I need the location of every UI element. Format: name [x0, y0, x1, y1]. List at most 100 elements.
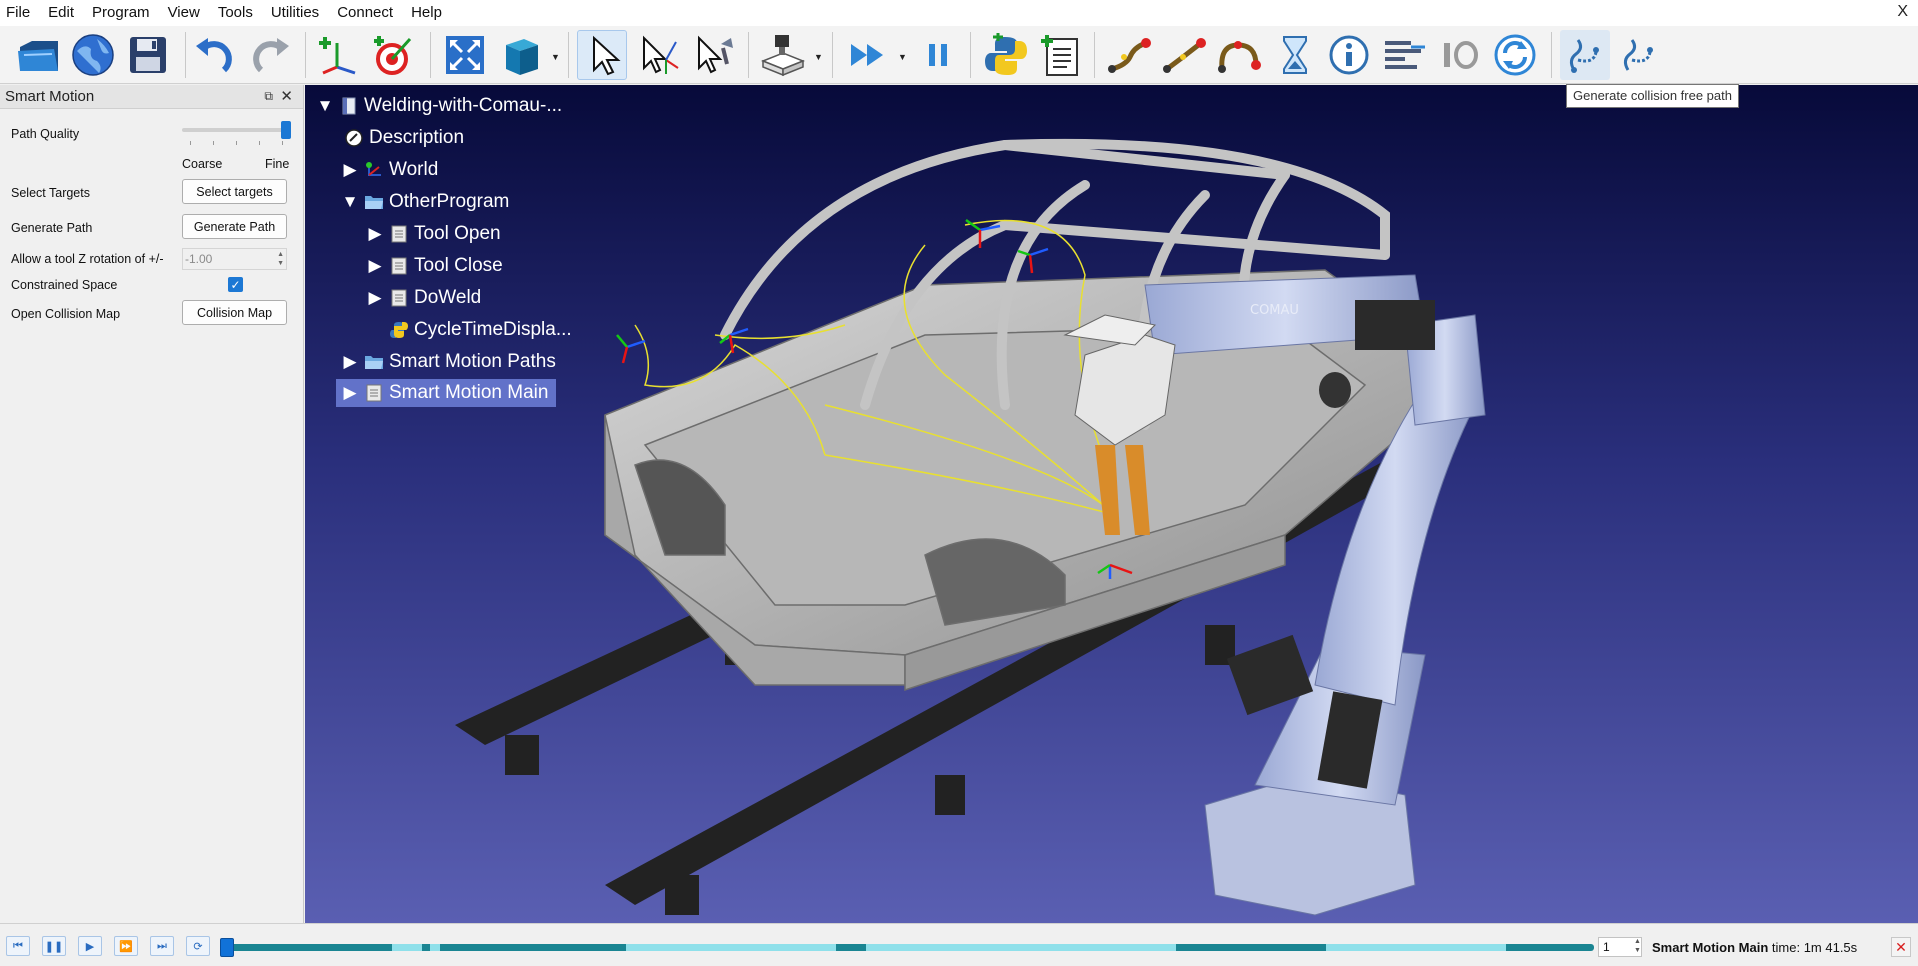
tool-z-rotation-input[interactable]: -1.00 ▲ ▼ [182, 248, 287, 270]
stop-icon[interactable]: ✕ [1891, 937, 1911, 957]
menu-view[interactable]: View [159, 0, 209, 26]
tree-item-label: Tool Close [414, 255, 503, 276]
menu-tools[interactable]: Tools [209, 0, 262, 26]
menu-file[interactable]: File [0, 0, 39, 26]
add-reference-frame-icon[interactable] [312, 30, 362, 80]
skip-to-start-icon[interactable]: ⏮ [6, 936, 30, 956]
menu-connect[interactable]: Connect [328, 0, 402, 26]
pause-instruction-icon[interactable] [1270, 30, 1320, 80]
constrained-space-checkbox[interactable]: ✓ [228, 277, 243, 292]
program-icon [364, 383, 384, 403]
tree-item-label: Smart Motion Main [389, 382, 549, 403]
constrained-space-label: Constrained Space [11, 278, 118, 292]
move-tool-frame-icon[interactable] [689, 30, 739, 80]
spin-arrows-icon[interactable]: ▲ ▼ [277, 250, 284, 268]
tree-item-smart-motion-paths[interactable]: ▶ Smart Motion Paths [340, 348, 555, 376]
move-joint-icon[interactable] [1104, 30, 1154, 80]
redo-icon[interactable] [245, 30, 295, 80]
window-close-button[interactable]: X [1897, 3, 1908, 21]
show-message-icon[interactable] [1324, 30, 1374, 80]
program-icon [389, 224, 409, 244]
timeline-thumb[interactable] [220, 938, 234, 957]
tree-item-tool-close[interactable]: ▶ Tool Close [365, 252, 503, 280]
menu-help[interactable]: Help [402, 0, 451, 26]
generate-path-button[interactable]: Generate Path [182, 214, 287, 239]
play-icon[interactable]: ▶ [78, 936, 102, 956]
view-iso-icon[interactable] [495, 30, 545, 80]
program-icon [389, 256, 409, 276]
skip-to-end-icon[interactable]: ⏭ [150, 936, 174, 956]
timeline-track[interactable] [226, 944, 1594, 951]
folder-open-icon [364, 192, 384, 212]
save-icon[interactable] [123, 30, 173, 80]
panel-title: Smart Motion [5, 88, 95, 105]
status-time: time: 1m 41.5s [1771, 940, 1858, 955]
fit-all-icon[interactable] [440, 30, 490, 80]
collapsed-arrow-icon[interactable]: ▶ [365, 256, 385, 276]
path-quality-slider[interactable] [182, 128, 286, 132]
select-targets-button[interactable]: Select targets [182, 179, 287, 204]
program-call-icon[interactable] [1490, 30, 1540, 80]
smart-motion-path-icon[interactable] [1614, 30, 1664, 80]
tooltip: Generate collision free path [1566, 84, 1739, 108]
tree-item-doweld[interactable]: ▶ DoWeld [365, 284, 481, 312]
undo-icon[interactable] [190, 30, 240, 80]
move-reference-frame-icon[interactable] [634, 30, 684, 80]
folder-icon [364, 352, 384, 372]
pause-simulation-icon[interactable] [913, 30, 963, 80]
collapsed-arrow-icon[interactable]: ▶ [340, 383, 360, 403]
path-quality-slider-handle[interactable] [281, 121, 291, 139]
tree-item-station[interactable]: ▼ Welding-with-Comau-... [315, 92, 563, 120]
tree-item-world[interactable]: ▶ World [340, 156, 438, 184]
pause-icon[interactable]: ❚❚ [42, 936, 66, 956]
status-text: Smart Motion Main time: 1m 41.5s [1652, 940, 1857, 955]
fast-forward-icon[interactable]: ⏩ [114, 936, 138, 956]
set-digital-output-icon[interactable] [1435, 30, 1485, 80]
machining-project-icon[interactable] [757, 30, 807, 80]
tree-item-description[interactable]: Description [340, 124, 464, 152]
coarse-label: Coarse [182, 157, 223, 171]
world-frame-icon [364, 160, 384, 180]
playback-bar: ⏮ ❚❚ ▶ ⏩ ⏭ ⟳ 1 ▲ ▼ Smart Motion Main time… [0, 923, 1918, 966]
tree-item-label: Tool Open [414, 223, 501, 244]
collapsed-arrow-icon[interactable]: ▶ [365, 224, 385, 244]
fast-simulation-icon[interactable] [844, 30, 894, 80]
expanded-arrow-icon[interactable]: ▼ [340, 192, 360, 212]
menu-utilities[interactable]: Utilities [262, 0, 328, 26]
expanded-arrow-icon[interactable]: ▼ [315, 96, 335, 116]
tree-item-otherprogram[interactable]: ▼ OtherProgram [340, 188, 510, 216]
add-program-icon[interactable] [1035, 30, 1085, 80]
status-program-name: Smart Motion Main [1652, 940, 1769, 955]
open-online-library-icon[interactable] [68, 30, 118, 80]
collision-map-button[interactable]: Collision Map [182, 300, 287, 325]
menu-program[interactable]: Program [83, 0, 159, 26]
collision-free-path-icon[interactable] [1560, 30, 1610, 80]
panel-title-bar: Smart Motion ⧉ ✕ [0, 85, 303, 109]
toolbar: ▼ ▼ ▼ [0, 26, 1918, 84]
open-file-icon[interactable] [13, 30, 63, 80]
float-panel-icon[interactable]: ⧉ [264, 89, 273, 104]
add-target-icon[interactable] [367, 30, 417, 80]
collapsed-arrow-icon[interactable]: ▶ [340, 160, 360, 180]
set-speed-icon[interactable] [1379, 30, 1429, 80]
loop-icon[interactable]: ⟳ [186, 936, 210, 956]
collapsed-arrow-icon[interactable]: ▶ [365, 288, 385, 308]
menu-bar: File Edit Program View Tools Utilities C… [0, 0, 1918, 26]
move-linear-icon[interactable] [1159, 30, 1209, 80]
program-icon [389, 288, 409, 308]
tree-item-cycletime[interactable]: CycleTimeDispla... [385, 316, 572, 344]
3d-scene: COMAU [455, 138, 1486, 916]
tool-z-rotation-label: Allow a tool Z rotation of +/- [11, 252, 164, 266]
frame-spin-icon[interactable]: ▲ ▼ [1634, 937, 1641, 955]
3d-viewport[interactable]: COMAU [305, 85, 1918, 923]
add-python-program-icon[interactable] [980, 30, 1030, 80]
tree-item-smart-motion-main[interactable]: ▶ Smart Motion Main [336, 379, 557, 407]
move-circular-icon[interactable] [1214, 30, 1264, 80]
menu-edit[interactable]: Edit [39, 0, 83, 26]
description-icon [344, 128, 364, 148]
collapsed-arrow-icon[interactable]: ▶ [340, 352, 360, 372]
tree-item-label: DoWeld [414, 287, 482, 308]
select-tool-icon[interactable] [577, 30, 627, 80]
tree-item-tool-open[interactable]: ▶ Tool Open [365, 220, 501, 248]
close-panel-icon[interactable]: ✕ [280, 87, 293, 105]
